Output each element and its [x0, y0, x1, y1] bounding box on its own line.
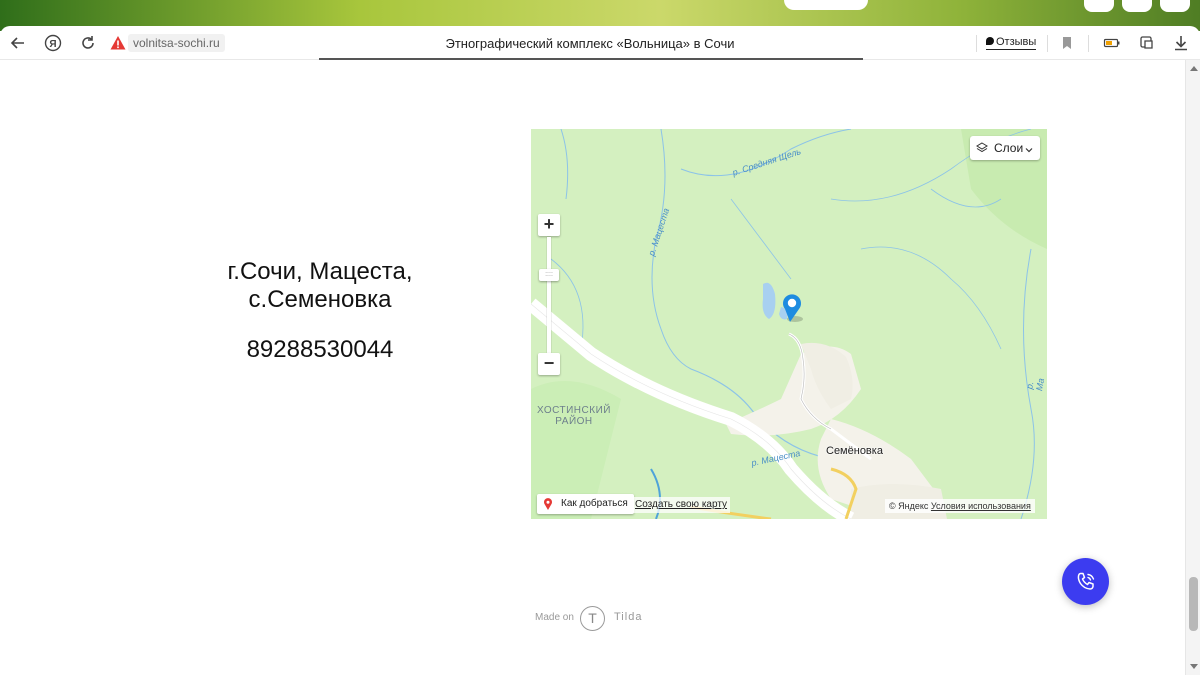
- scrollbar-thumb[interactable]: [1189, 577, 1198, 631]
- tilda-logo-icon[interactable]: T: [580, 606, 605, 631]
- chevron-down-icon: [1024, 141, 1034, 165]
- window-minimize-button[interactable]: [1084, 0, 1114, 12]
- terms-link[interactable]: Условия использования: [931, 501, 1031, 511]
- speech-bubble-icon: [986, 37, 994, 45]
- zoom-out-button[interactable]: −: [538, 353, 560, 375]
- map-copyright: © Яндекс Условия использования: [885, 499, 1035, 513]
- reviews-button[interactable]: Отзывы: [986, 35, 1037, 50]
- extensions-icon[interactable]: [1138, 34, 1156, 52]
- district-label: ХОСТИНСКИЙ РАЙОН: [537, 405, 611, 427]
- zoom-slider-track[interactable]: [547, 237, 551, 353]
- page-scrollbar[interactable]: [1185, 60, 1200, 675]
- layers-icon: [976, 142, 988, 153]
- zoom-slider-handle[interactable]: ::::: [539, 269, 559, 281]
- village-label: Семёновка: [826, 445, 883, 457]
- address-bar-url[interactable]: volnitsa-sochi.ru: [128, 34, 225, 52]
- zoom-in-button[interactable]: +: [538, 214, 560, 236]
- toolbar-separator: [1047, 35, 1048, 52]
- browser-toolbar: Я volnitsa-sochi.ru Этнографический комп…: [0, 26, 1200, 60]
- page-title: Этнографический комплекс «Вольница» в Со…: [445, 36, 735, 51]
- reviews-label: Отзывы: [996, 36, 1037, 48]
- yandex-map[interactable]: ХОСТИНСКИЙ РАЙОН Семёновка р. Средняя Ще…: [531, 129, 1047, 519]
- insecure-warning-icon[interactable]: [110, 35, 126, 51]
- back-arrow-icon[interactable]: [9, 34, 27, 52]
- download-icon[interactable]: [1172, 34, 1190, 52]
- route-label: Как добраться: [561, 498, 628, 509]
- route-button[interactable]: Как добраться: [537, 494, 634, 514]
- call-button[interactable]: [1062, 558, 1109, 605]
- address-text: г.Сочи, Мацеста, с.Семеновка: [180, 258, 460, 314]
- window-close-button[interactable]: [1160, 0, 1190, 12]
- phone-call-icon: [1077, 572, 1095, 590]
- map-layers-label: Слои: [994, 141, 1024, 155]
- battery-icon[interactable]: [1103, 34, 1121, 52]
- yandex-logo-icon[interactable]: Я: [44, 34, 62, 52]
- river-label: р. Ма: [1024, 377, 1047, 392]
- browser-tab-notch: [784, 0, 868, 10]
- made-on-text: Made on: [535, 612, 574, 623]
- map-pin-icon: [544, 498, 552, 510]
- phone-number[interactable]: 89288530044: [180, 336, 460, 364]
- toolbar-separator: [976, 35, 977, 52]
- address-line-2: с.Семеновка: [248, 286, 392, 313]
- copyright-text: © Яндекс: [889, 501, 929, 511]
- title-underline: [319, 58, 863, 60]
- scroll-up-arrow-icon[interactable]: [1190, 66, 1198, 71]
- create-map-link[interactable]: Создать свою карту: [632, 497, 731, 513]
- map-canvas[interactable]: [531, 129, 1047, 519]
- tilda-link[interactable]: Tilda: [614, 611, 642, 623]
- window-maximize-button[interactable]: [1122, 0, 1152, 12]
- svg-text:Я: Я: [49, 39, 56, 50]
- toolbar-separator: [1088, 35, 1089, 52]
- reload-icon[interactable]: [79, 34, 97, 52]
- map-layers-button[interactable]: Слои: [970, 136, 1040, 160]
- scroll-down-arrow-icon[interactable]: [1190, 664, 1198, 669]
- bookmark-icon[interactable]: [1058, 34, 1076, 52]
- address-line-1: г.Сочи, Мацеста,: [227, 258, 413, 285]
